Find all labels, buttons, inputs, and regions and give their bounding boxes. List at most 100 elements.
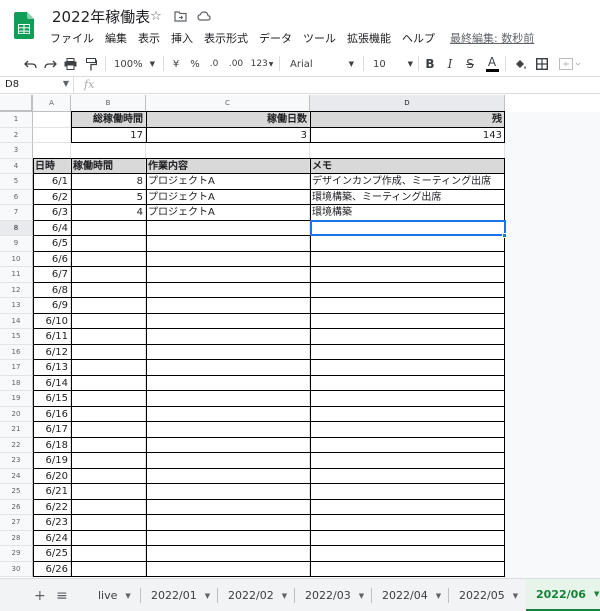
- redo-icon[interactable]: [42, 55, 58, 73]
- print-icon[interactable]: [62, 55, 78, 73]
- table-header-cell[interactable]: 作業内容: [146, 158, 309, 173]
- table-cell[interactable]: [71, 453, 145, 468]
- table-cell[interactable]: 6/17: [33, 422, 70, 437]
- star-icon[interactable]: ☆: [148, 8, 164, 24]
- row-header-3[interactable]: 3: [0, 143, 33, 159]
- table-cell[interactable]: [310, 453, 504, 468]
- italic-button[interactable]: I: [443, 55, 457, 73]
- table-header-cell[interactable]: メモ: [310, 158, 504, 173]
- table-cell[interactable]: プロジェクトA: [146, 174, 309, 189]
- fill-handle[interactable]: [502, 233, 507, 238]
- table-cell[interactable]: [71, 500, 145, 515]
- table-cell[interactable]: [71, 531, 145, 546]
- column-header-a[interactable]: A: [33, 95, 71, 112]
- table-cell[interactable]: [146, 345, 309, 360]
- table-cell[interactable]: [310, 391, 504, 406]
- decrease-decimal-button[interactable]: .0: [206, 55, 222, 73]
- text-color-button[interactable]: A: [484, 55, 500, 73]
- table-cell[interactable]: 環境構築、ミーティング出席: [310, 190, 504, 205]
- table-cell[interactable]: [146, 422, 309, 437]
- table-cell[interactable]: [71, 252, 145, 267]
- column-header-c[interactable]: C: [146, 95, 310, 112]
- table-cell[interactable]: [146, 221, 309, 236]
- table-cell[interactable]: 6/24: [33, 531, 70, 546]
- summary-remaining-value[interactable]: 143: [310, 128, 504, 143]
- row-header-9[interactable]: 9: [0, 236, 33, 252]
- table-cell[interactable]: 6/21: [33, 484, 70, 499]
- table-cell[interactable]: [146, 562, 309, 577]
- row-header-16[interactable]: 16: [0, 344, 33, 360]
- menu-insert[interactable]: 挿入: [171, 30, 193, 46]
- table-cell[interactable]: 6/8: [33, 283, 70, 298]
- row-header-27[interactable]: 27: [0, 515, 33, 531]
- table-cell[interactable]: [310, 252, 504, 267]
- table-cell[interactable]: [310, 484, 504, 499]
- font-select[interactable]: Arial ▼: [290, 55, 354, 73]
- menu-extensions[interactable]: 拡張機能: [347, 30, 391, 46]
- menu-help[interactable]: ヘルプ: [402, 30, 435, 46]
- percent-button[interactable]: %: [189, 55, 201, 73]
- table-cell[interactable]: 6/4: [33, 221, 70, 236]
- increase-decimal-button[interactable]: .00: [226, 55, 246, 73]
- row-header-5[interactable]: 5: [0, 174, 33, 190]
- table-cell[interactable]: 6/15: [33, 391, 70, 406]
- row-header-13[interactable]: 13: [0, 298, 33, 314]
- table-cell[interactable]: 6/12: [33, 345, 70, 360]
- paint-format-icon[interactable]: [83, 55, 99, 73]
- table-cell[interactable]: 5: [71, 190, 145, 205]
- table-cell[interactable]: 6/18: [33, 438, 70, 453]
- table-cell[interactable]: [146, 283, 309, 298]
- row-header-14[interactable]: 14: [0, 313, 33, 329]
- table-cell[interactable]: [146, 469, 309, 484]
- bold-button[interactable]: B: [423, 55, 437, 73]
- table-cell[interactable]: [310, 407, 504, 422]
- table-cell[interactable]: 6/22: [33, 500, 70, 515]
- table-cell[interactable]: [146, 546, 309, 561]
- all-sheets-button[interactable]: ≡: [56, 588, 68, 604]
- table-cell[interactable]: [71, 329, 145, 344]
- table-cell[interactable]: [71, 283, 145, 298]
- table-cell[interactable]: プロジェクトA: [146, 190, 309, 205]
- row-header-18[interactable]: 18: [0, 375, 33, 391]
- table-cell[interactable]: 8: [71, 174, 145, 189]
- table-cell[interactable]: [71, 267, 145, 282]
- table-cell[interactable]: [310, 298, 504, 313]
- table-cell[interactable]: [71, 221, 145, 236]
- table-cell[interactable]: [310, 345, 504, 360]
- zoom-select[interactable]: 100% ▼: [114, 55, 158, 73]
- document-title[interactable]: 2022年稼働表: [52, 6, 150, 27]
- table-cell[interactable]: プロジェクトA: [146, 205, 309, 220]
- table-cell[interactable]: [71, 391, 145, 406]
- table-cell[interactable]: [146, 236, 309, 251]
- add-sheet-button[interactable]: +: [34, 588, 46, 604]
- summary-remaining-label[interactable]: 残: [310, 112, 504, 127]
- fill-color-icon[interactable]: [512, 55, 528, 73]
- table-cell[interactable]: [310, 562, 504, 577]
- table-cell[interactable]: 6/25: [33, 546, 70, 561]
- row-header-22[interactable]: 22: [0, 437, 33, 453]
- row-header-4[interactable]: 4: [0, 158, 33, 174]
- table-cell[interactable]: 6/10: [33, 314, 70, 329]
- move-folder-icon[interactable]: [172, 8, 188, 24]
- row-header-10[interactable]: 10: [0, 251, 33, 267]
- table-cell[interactable]: 6/23: [33, 515, 70, 530]
- table-cell[interactable]: [310, 236, 504, 251]
- table-cell[interactable]: [71, 236, 145, 251]
- menu-format[interactable]: 表示形式: [204, 30, 248, 46]
- table-cell[interactable]: [146, 391, 309, 406]
- table-cell[interactable]: [71, 407, 145, 422]
- row-header-2[interactable]: 2: [0, 127, 33, 143]
- summary-days-value[interactable]: 3: [146, 128, 309, 143]
- table-header-cell[interactable]: 稼働時間: [71, 158, 145, 173]
- table-header-cell[interactable]: 日時: [33, 158, 70, 173]
- sheets-logo-icon[interactable]: [14, 12, 34, 39]
- row-header-6[interactable]: 6: [0, 189, 33, 205]
- table-cell[interactable]: [71, 515, 145, 530]
- strikethrough-button[interactable]: S: [463, 55, 477, 73]
- table-cell[interactable]: 6/11: [33, 329, 70, 344]
- undo-icon[interactable]: [22, 55, 38, 73]
- table-cell[interactable]: 6/7: [33, 267, 70, 282]
- currency-button[interactable]: ¥: [170, 55, 182, 73]
- table-cell[interactable]: [146, 453, 309, 468]
- table-cell[interactable]: [71, 546, 145, 561]
